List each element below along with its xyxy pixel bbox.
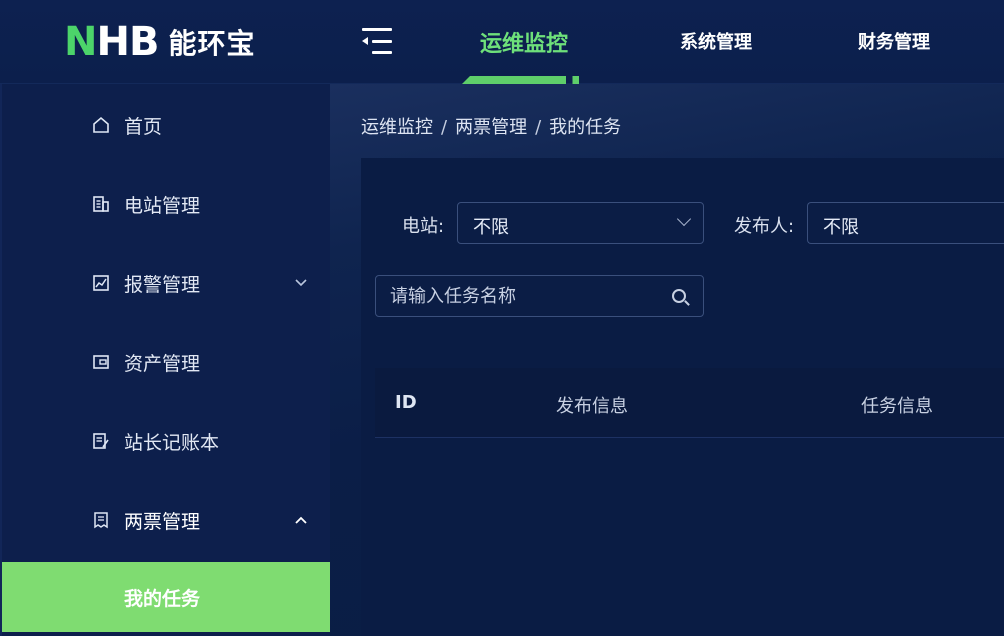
ticket-icon (92, 511, 110, 529)
sidebar-item-label: 站长记账本 (124, 431, 220, 454)
publisher-select-value: 不限 (823, 217, 859, 238)
publisher-filter-label: 发布人: (734, 216, 795, 237)
menu-toggle-icon[interactable] (362, 28, 392, 54)
logo-letters: HB (96, 19, 159, 65)
sidebar-item-station[interactable]: 电站管理 (2, 174, 332, 234)
sidebar-item-assets[interactable]: 资产管理 (2, 332, 332, 392)
column-header-publish-info[interactable]: 发布信息 (556, 392, 628, 418)
task-search-input[interactable] (390, 276, 660, 316)
breadcrumb-item[interactable]: 两票管理 (455, 117, 527, 138)
breadcrumb-current: 我的任务 (549, 117, 622, 138)
sidebar-item-label: 两票管理 (124, 510, 201, 533)
logo: NHB 能环宝 (64, 20, 255, 64)
column-header-task-info[interactable]: 任务信息 (861, 392, 933, 418)
station-select-value: 不限 (473, 217, 509, 238)
sidebar-item-tickets[interactable]: 两票管理 (2, 490, 332, 550)
building-icon (92, 195, 110, 213)
sidebar-subitem-my-tasks[interactable]: 我的任务 (2, 562, 332, 632)
tab-system-management[interactable]: 系统管理 (680, 28, 752, 58)
breadcrumb-item[interactable]: 运维监控 (361, 117, 433, 138)
content-panel: 电站: 不限 发布人: 不限 ID 发布信息 任务信息 (361, 158, 1004, 636)
publisher-select[interactable]: 不限 (807, 202, 1004, 244)
station-select[interactable]: 不限 (457, 202, 704, 244)
sidebar-item-label: 资产管理 (124, 352, 201, 375)
main-content: 运维监控 / 两票管理 / 我的任务 电站: 不限 发布人: 不限 ID 发布信息 任务… (330, 84, 1004, 636)
breadcrumb-separator: / (535, 117, 542, 138)
column-header-id[interactable]: ID (395, 392, 417, 413)
breadcrumb-separator: / (441, 117, 448, 138)
chevron-up-icon[interactable] (295, 512, 307, 528)
station-filter-label: 电站: (402, 216, 445, 237)
logo-letter-n: N (64, 19, 97, 65)
breadcrumb: 运维监控 / 两票管理 / 我的任务 (361, 113, 621, 139)
chevron-down-icon[interactable] (295, 275, 307, 291)
chevron-down-icon (676, 211, 692, 227)
notebook-icon (92, 432, 110, 450)
sidebar-item-label: 报警管理 (124, 273, 201, 296)
logo-mark: NHB (64, 19, 159, 65)
tab-finance-management[interactable]: 财务管理 (858, 28, 930, 58)
brand-name: 能环宝 (168, 27, 256, 60)
sidebar-item-ledger[interactable]: 站长记账本 (2, 411, 332, 471)
top-header: NHB 能环宝 运维监控 系统管理 财务管理 (0, 0, 1004, 84)
sidebar-item-alarm[interactable]: 报警管理 (2, 253, 332, 313)
sidebar-subitem-label: 我的任务 (124, 587, 201, 610)
active-tab-underline (462, 76, 592, 84)
sidebar: 首页 电站管理 报警管理 资产管理 站长记账本 两票管理 我的任务 (0, 84, 332, 636)
wallet-icon (92, 353, 110, 371)
tab-ops-monitoring[interactable]: 运维监控 (480, 26, 568, 57)
sidebar-item-label: 电站管理 (124, 194, 201, 217)
sidebar-item-label: 首页 (124, 115, 163, 138)
search-icon[interactable] (672, 289, 686, 303)
table-header: ID 发布信息 任务信息 (375, 368, 1004, 438)
sidebar-item-home[interactable]: 首页 (2, 95, 332, 155)
task-search-box (375, 275, 704, 317)
home-icon (92, 116, 110, 134)
chart-alarm-icon (92, 274, 110, 292)
